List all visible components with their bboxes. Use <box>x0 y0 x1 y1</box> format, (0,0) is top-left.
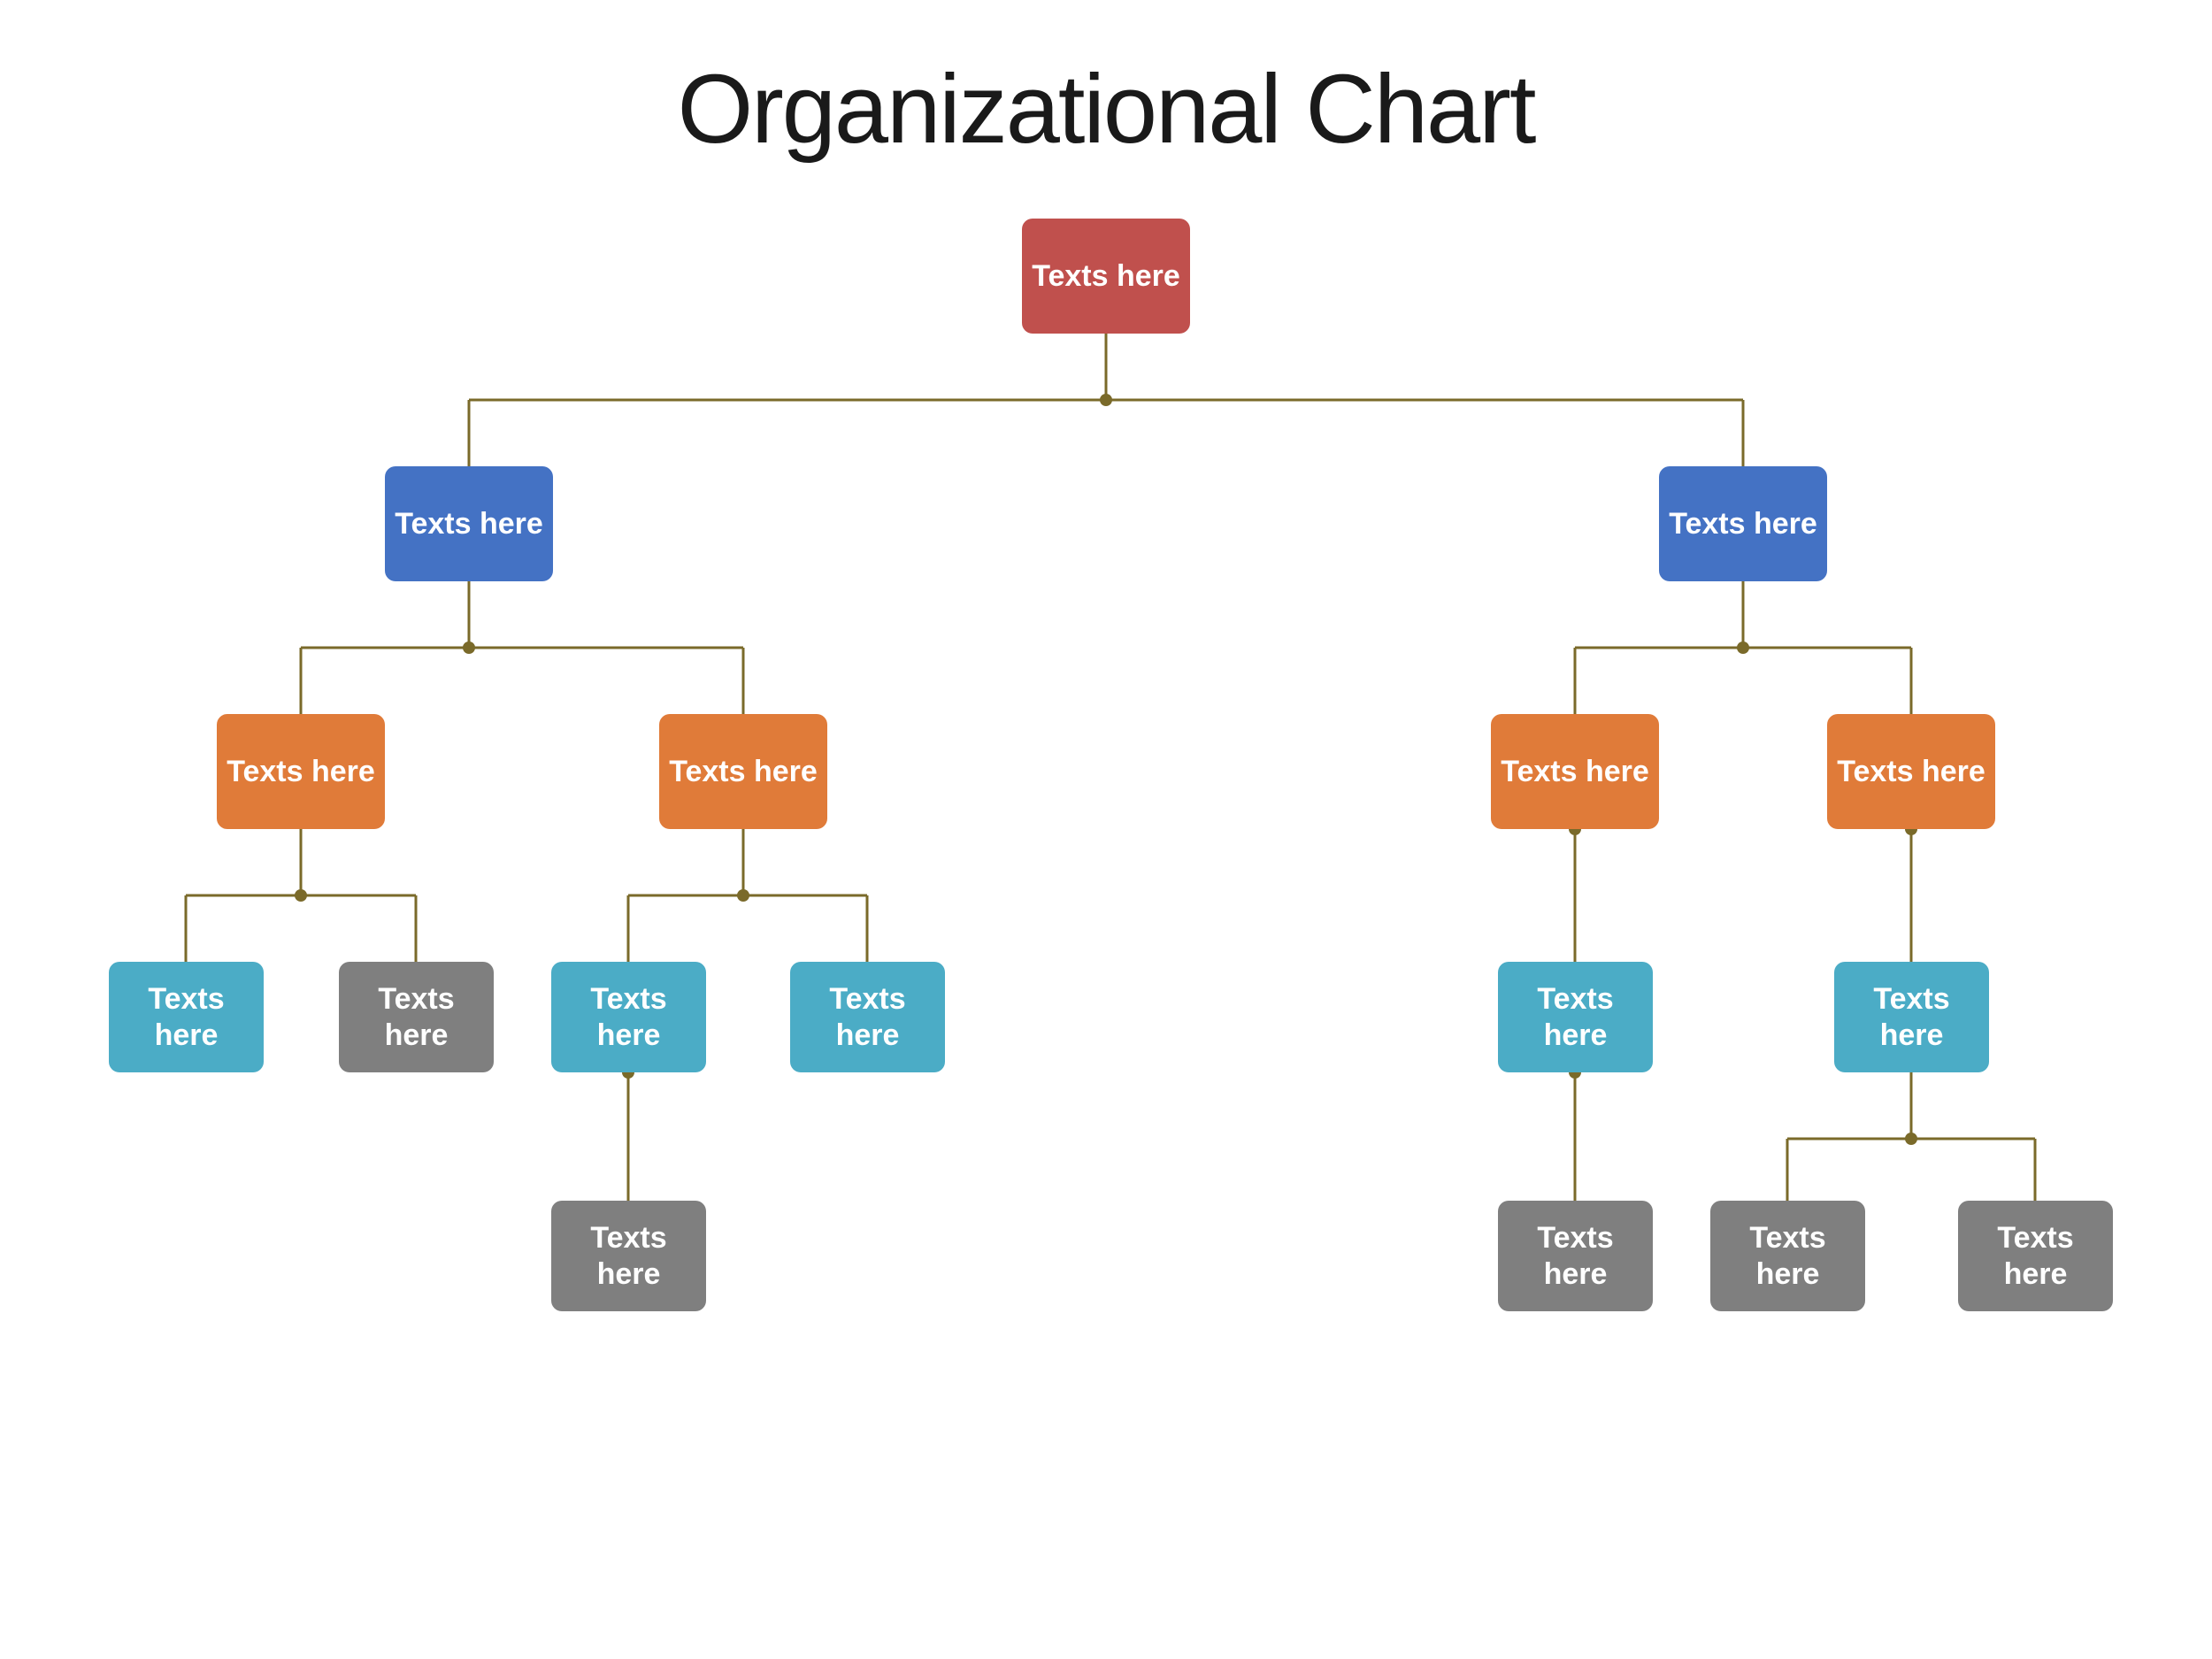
org-chart: Texts here Texts here Texts here Texts h… <box>44 219 2168 1590</box>
node-l1-right: Texts here <box>1659 466 1827 581</box>
node-l2-rr: Texts here <box>1827 714 1995 829</box>
node-l4-rlc: Texts here <box>1498 1201 1653 1311</box>
node-l4-rrr: Texts here <box>1958 1201 2113 1311</box>
node-root: Texts here <box>1022 219 1190 334</box>
node-l3-llr: Texts here <box>339 962 494 1072</box>
node-l1-left: Texts here <box>385 466 553 581</box>
page-title: Organizational Chart <box>678 53 1535 165</box>
node-l3-lll: Texts here <box>109 962 264 1072</box>
node-l3-lrl: Texts here <box>551 962 706 1072</box>
node-l2-rl: Texts here <box>1491 714 1659 829</box>
node-l4-lrc: Texts here <box>551 1201 706 1311</box>
node-l4-rrl: Texts here <box>1710 1201 1865 1311</box>
node-l3-rll: Texts here <box>1498 962 1653 1072</box>
connector-lines <box>44 219 2168 1590</box>
node-l3-rrl: Texts here <box>1834 962 1989 1072</box>
node-l2-lr: Texts here <box>659 714 827 829</box>
node-l2-ll: Texts here <box>217 714 385 829</box>
node-l3-lrr: Texts here <box>790 962 945 1072</box>
